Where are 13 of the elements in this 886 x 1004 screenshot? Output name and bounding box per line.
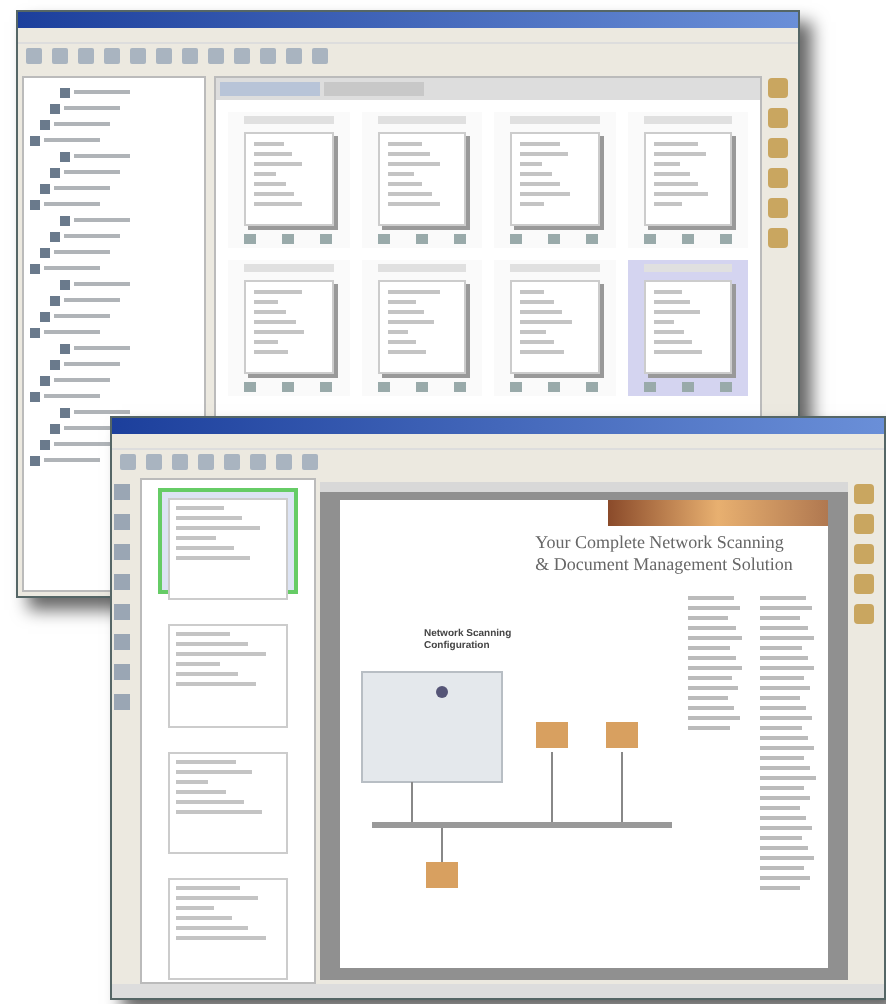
document-thumbnail[interactable] [361, 260, 482, 396]
document-thumbnail[interactable] [361, 112, 482, 248]
document-thumbnail[interactable] [627, 260, 748, 396]
document-thumbnail[interactable] [228, 260, 349, 396]
tab[interactable] [220, 82, 320, 96]
document-thumbnail[interactable] [494, 260, 615, 396]
text-column [688, 592, 744, 736]
document-thumbnail[interactable] [228, 112, 349, 248]
document-thumbnail[interactable] [627, 112, 748, 248]
page-thumbnail[interactable] [158, 488, 298, 595]
document-heading: Your Complete Network Scanning [535, 532, 784, 554]
document-heading: & Document Management Solution [535, 554, 793, 576]
document-thumbnail[interactable] [494, 112, 615, 248]
